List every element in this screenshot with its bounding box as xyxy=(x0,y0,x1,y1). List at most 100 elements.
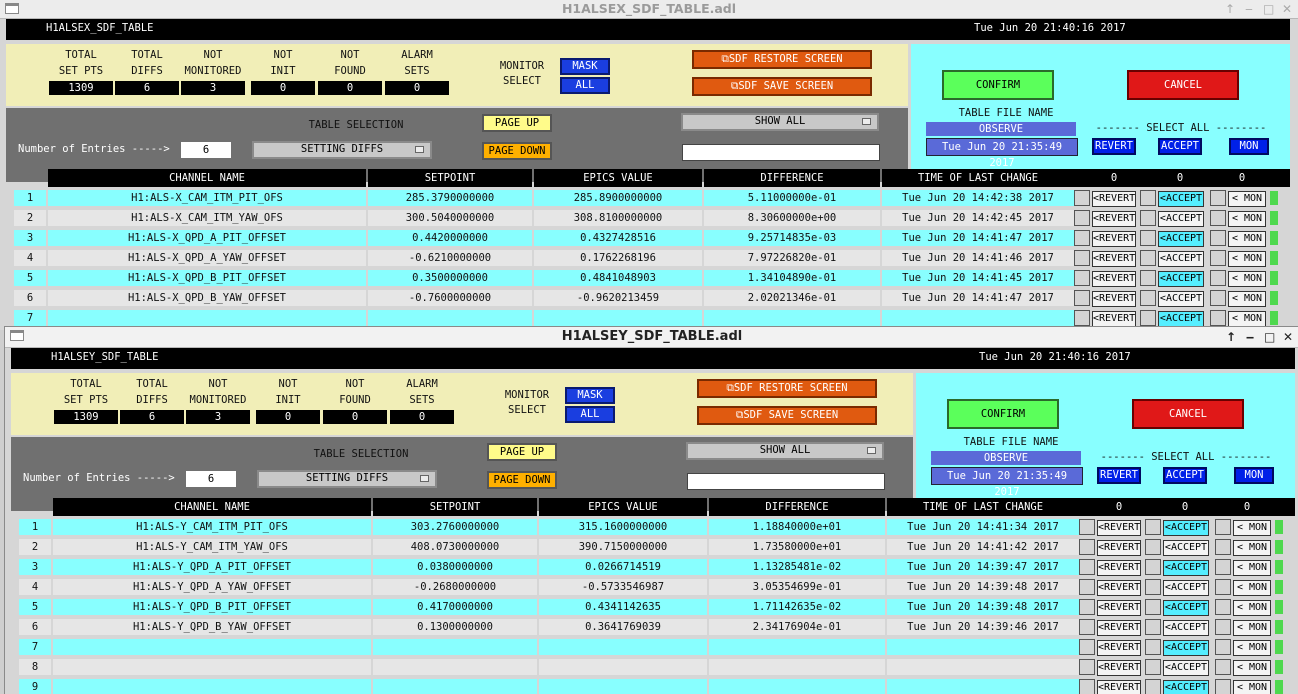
select-all-accept-button[interactable]: ACCEPT xyxy=(1163,467,1207,484)
mon-checkbox[interactable] xyxy=(1210,250,1226,266)
titlebar[interactable]: H1ALSEX_SDF_TABLE.adl ↑ ‒ □ ✕ xyxy=(0,0,1298,19)
mon-checkbox[interactable] xyxy=(1215,579,1231,595)
revert-checkbox[interactable] xyxy=(1074,270,1090,286)
row-revert-button[interactable]: <REVERT xyxy=(1097,560,1141,576)
page-down-button[interactable]: PAGE DOWN xyxy=(482,142,552,160)
row-accept-button[interactable]: <ACCEPT xyxy=(1163,640,1209,656)
mon-checkbox[interactable] xyxy=(1215,559,1231,575)
row-revert-button[interactable]: <REVERT xyxy=(1097,620,1141,636)
row-accept-button[interactable]: <ACCEPT xyxy=(1158,211,1204,227)
mon-checkbox[interactable] xyxy=(1215,599,1231,615)
select-all-revert-button[interactable]: REVERT xyxy=(1097,467,1141,484)
cancel-button[interactable]: CANCEL xyxy=(1127,70,1239,100)
row-accept-button[interactable]: <ACCEPT xyxy=(1158,311,1204,327)
revert-checkbox[interactable] xyxy=(1079,599,1095,615)
row-revert-button[interactable]: <REVERT xyxy=(1092,311,1136,327)
mon-checkbox[interactable] xyxy=(1215,539,1231,555)
maximize-icon[interactable]: □ xyxy=(1264,327,1275,345)
row-mon-button[interactable]: < MON xyxy=(1228,271,1266,287)
select-all-revert-button[interactable]: REVERT xyxy=(1092,138,1136,155)
mon-checkbox[interactable] xyxy=(1210,230,1226,246)
row-accept-button[interactable]: <ACCEPT xyxy=(1163,620,1209,636)
row-mon-button[interactable]: < MON xyxy=(1228,311,1266,327)
row-revert-button[interactable]: <REVERT xyxy=(1092,191,1136,207)
mon-checkbox[interactable] xyxy=(1215,519,1231,535)
page-up-button[interactable]: PAGE UP xyxy=(482,114,552,132)
row-accept-button[interactable]: <ACCEPT xyxy=(1158,291,1204,307)
minimize-icon[interactable]: ‒ xyxy=(1245,327,1255,345)
row-accept-button[interactable]: <ACCEPT xyxy=(1163,600,1209,616)
accept-checkbox[interactable] xyxy=(1140,230,1156,246)
revert-checkbox[interactable] xyxy=(1079,659,1095,675)
row-revert-button[interactable]: <REVERT xyxy=(1092,211,1136,227)
revert-checkbox[interactable] xyxy=(1074,190,1090,206)
accept-checkbox[interactable] xyxy=(1145,519,1161,535)
up-arrow-icon[interactable]: ↑ xyxy=(1226,327,1236,345)
revert-checkbox[interactable] xyxy=(1074,230,1090,246)
row-mon-button[interactable]: < MON xyxy=(1228,211,1266,227)
sdf-save-screen-button[interactable]: ⧉SDF SAVE SCREEN xyxy=(697,406,877,425)
select-all-accept-button[interactable]: ACCEPT xyxy=(1158,138,1202,155)
revert-checkbox[interactable] xyxy=(1079,539,1095,555)
accept-checkbox[interactable] xyxy=(1145,579,1161,595)
mon-checkbox[interactable] xyxy=(1215,659,1231,675)
accept-checkbox[interactable] xyxy=(1140,250,1156,266)
row-accept-button[interactable]: <ACCEPT xyxy=(1163,560,1209,576)
row-revert-button[interactable]: <REVERT xyxy=(1097,600,1141,616)
accept-checkbox[interactable] xyxy=(1145,619,1161,635)
mon-checkbox[interactable] xyxy=(1210,210,1226,226)
revert-checkbox[interactable] xyxy=(1079,579,1095,595)
row-revert-button[interactable]: <REVERT xyxy=(1092,231,1136,247)
row-accept-button[interactable]: <ACCEPT xyxy=(1158,231,1204,247)
row-revert-button[interactable]: <REVERT xyxy=(1097,680,1141,694)
up-arrow-icon[interactable]: ↑ xyxy=(1225,0,1235,18)
row-accept-button[interactable]: <ACCEPT xyxy=(1158,251,1204,267)
revert-checkbox[interactable] xyxy=(1079,679,1095,694)
accept-checkbox[interactable] xyxy=(1145,659,1161,675)
revert-checkbox[interactable] xyxy=(1074,210,1090,226)
row-accept-button[interactable]: <ACCEPT xyxy=(1163,540,1209,556)
show-all-menu[interactable]: SHOW ALL xyxy=(681,113,879,131)
accept-checkbox[interactable] xyxy=(1145,639,1161,655)
mon-checkbox[interactable] xyxy=(1210,190,1226,206)
all-button[interactable]: ALL xyxy=(560,77,610,94)
accept-checkbox[interactable] xyxy=(1140,190,1156,206)
mon-checkbox[interactable] xyxy=(1210,290,1226,306)
accept-checkbox[interactable] xyxy=(1140,270,1156,286)
row-mon-button[interactable]: < MON xyxy=(1233,540,1271,556)
row-mon-button[interactable]: < MON xyxy=(1228,251,1266,267)
page-down-button[interactable]: PAGE DOWN xyxy=(487,471,557,489)
page-up-button[interactable]: PAGE UP xyxy=(487,443,557,461)
mask-button[interactable]: MASK xyxy=(560,58,610,75)
sdf-restore-screen-button[interactable]: ⧉SDF RESTORE SCREEN xyxy=(697,379,877,398)
maximize-icon[interactable]: □ xyxy=(1263,0,1274,18)
accept-checkbox[interactable] xyxy=(1140,210,1156,226)
mon-checkbox[interactable] xyxy=(1210,270,1226,286)
row-mon-button[interactable]: < MON xyxy=(1233,600,1271,616)
select-all-mon-button[interactable]: MON xyxy=(1229,138,1269,155)
row-revert-button[interactable]: <REVERT xyxy=(1097,640,1141,656)
table-selection-menu[interactable]: SETTING DIFFS xyxy=(252,141,432,159)
row-mon-button[interactable]: < MON xyxy=(1233,640,1271,656)
accept-checkbox[interactable] xyxy=(1140,290,1156,306)
row-mon-button[interactable]: < MON xyxy=(1233,520,1271,536)
row-revert-button[interactable]: <REVERT xyxy=(1097,660,1141,676)
row-mon-button[interactable]: < MON xyxy=(1233,680,1271,694)
mon-checkbox[interactable] xyxy=(1210,310,1226,326)
revert-checkbox[interactable] xyxy=(1074,290,1090,306)
row-revert-button[interactable]: <REVERT xyxy=(1092,271,1136,287)
titlebar[interactable]: H1ALSEY_SDF_TABLE.adl ↑ ‒ □ ✕ xyxy=(5,327,1298,348)
confirm-button[interactable]: CONFIRM xyxy=(947,399,1059,429)
row-mon-button[interactable]: < MON xyxy=(1228,291,1266,307)
row-revert-button[interactable]: <REVERT xyxy=(1097,520,1141,536)
row-revert-button[interactable]: <REVERT xyxy=(1097,580,1141,596)
accept-checkbox[interactable] xyxy=(1145,599,1161,615)
accept-checkbox[interactable] xyxy=(1145,559,1161,575)
revert-checkbox[interactable] xyxy=(1074,250,1090,266)
row-revert-button[interactable]: <REVERT xyxy=(1092,291,1136,307)
revert-checkbox[interactable] xyxy=(1079,639,1095,655)
accept-checkbox[interactable] xyxy=(1145,679,1161,694)
cancel-button[interactable]: CANCEL xyxy=(1132,399,1244,429)
row-accept-button[interactable]: <ACCEPT xyxy=(1163,680,1209,694)
row-accept-button[interactable]: <ACCEPT xyxy=(1163,520,1209,536)
